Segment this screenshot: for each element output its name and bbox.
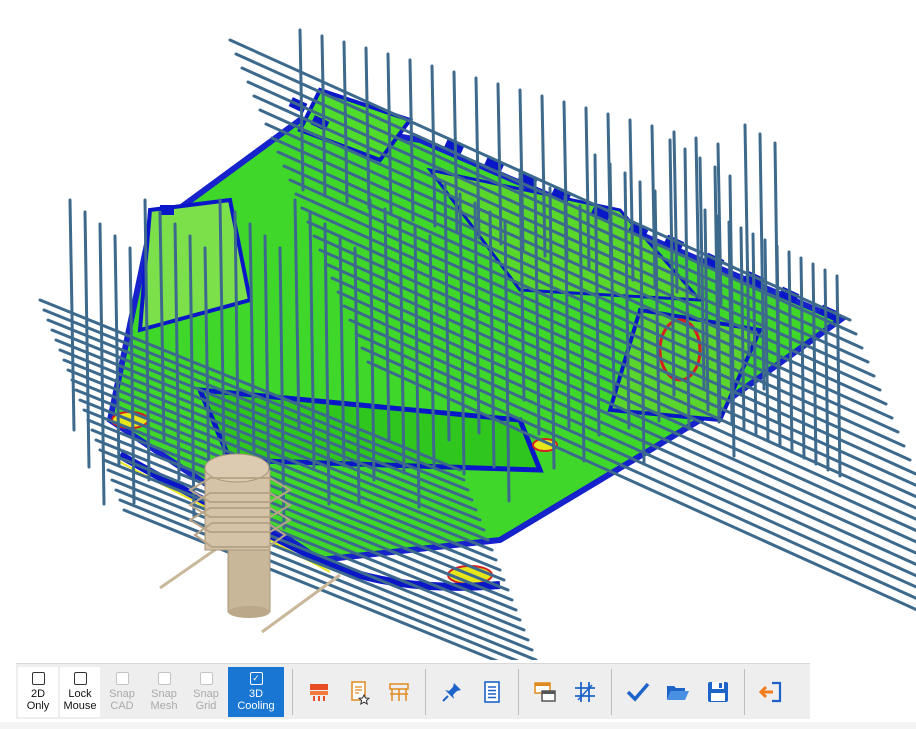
cooling-channel (751, 232, 758, 436)
toolbar-separator (611, 668, 612, 715)
grid-snap-button[interactable] (565, 667, 605, 717)
toggle-snap-cad: Snap CAD (102, 667, 142, 717)
toggle-2d-only[interactable]: 2D Only (18, 666, 58, 717)
save-button[interactable] (698, 667, 738, 717)
toggle-label: 2D Only (26, 687, 50, 712)
cooling-model-scene (38, 28, 916, 682)
exit-icon (758, 681, 782, 702)
cooling-channel (68, 198, 76, 432)
cooling-channel (739, 226, 746, 430)
pin-button[interactable] (432, 667, 472, 717)
cooling-channel (83, 210, 91, 469)
document-star-icon (351, 680, 371, 705)
toggle-3d-cooling[interactable]: ✓ 3D Cooling (228, 666, 284, 717)
toggle-label: Snap Mesh (150, 687, 178, 712)
grid-frame-icon (389, 682, 409, 701)
save-icon (708, 681, 728, 702)
toolbar-separator (744, 668, 745, 715)
toolbar-separator (292, 668, 293, 715)
cooling-channel (811, 262, 818, 466)
bottom-toolbar: 2D Only Lock Mouse Snap CAD Snap Mesh Sn… (16, 663, 810, 719)
toolbar-separator (518, 668, 519, 715)
pin-icon (442, 682, 461, 702)
toggle-snap-mesh: Snap Mesh (144, 667, 184, 717)
window-pair-icon (534, 681, 556, 702)
grid-snap-icon (575, 681, 595, 702)
layers-button[interactable] (299, 667, 339, 717)
checkbox[interactable] (31, 671, 45, 685)
toolbar-separator (425, 668, 426, 715)
cooling-channel (763, 238, 770, 442)
cooling-channel (787, 250, 794, 454)
toggle-label: Snap Grid (193, 687, 219, 712)
exit-button[interactable] (751, 667, 791, 717)
checkbox[interactable]: ✓ (249, 671, 263, 685)
list-document-icon (484, 680, 500, 703)
cooling-channel (799, 256, 806, 460)
toggle-label: 3D Cooling (237, 687, 275, 712)
3d-viewport[interactable] (0, 0, 916, 682)
cooling-channel (835, 274, 842, 478)
toggle-label: Snap CAD (109, 687, 135, 712)
view-toggle-group: 2D Only Lock Mouse Snap CAD Snap Mesh Sn… (18, 666, 286, 717)
checkbox (157, 671, 171, 685)
toggle-lock-mouse[interactable]: Lock Mouse (60, 666, 100, 717)
confirm-button[interactable] (618, 667, 658, 717)
checkmark-icon (626, 682, 650, 702)
open-folder-button[interactable] (658, 667, 698, 717)
cooling-channel (823, 268, 830, 472)
checkbox[interactable] (73, 671, 87, 685)
toggle-snap-grid: Snap Grid (186, 667, 226, 717)
window-pair-button[interactable] (525, 667, 565, 717)
folder-open-icon (667, 685, 689, 700)
status-strip (0, 722, 916, 729)
grid-frame-button[interactable] (379, 667, 419, 717)
list-document-button[interactable] (472, 667, 512, 717)
layers-red-icon (310, 683, 328, 701)
toggle-label: Lock Mouse (63, 687, 97, 712)
checkbox (199, 671, 213, 685)
cooling-channel (98, 222, 106, 506)
document-star-button[interactable] (339, 667, 379, 717)
checkbox (115, 671, 129, 685)
